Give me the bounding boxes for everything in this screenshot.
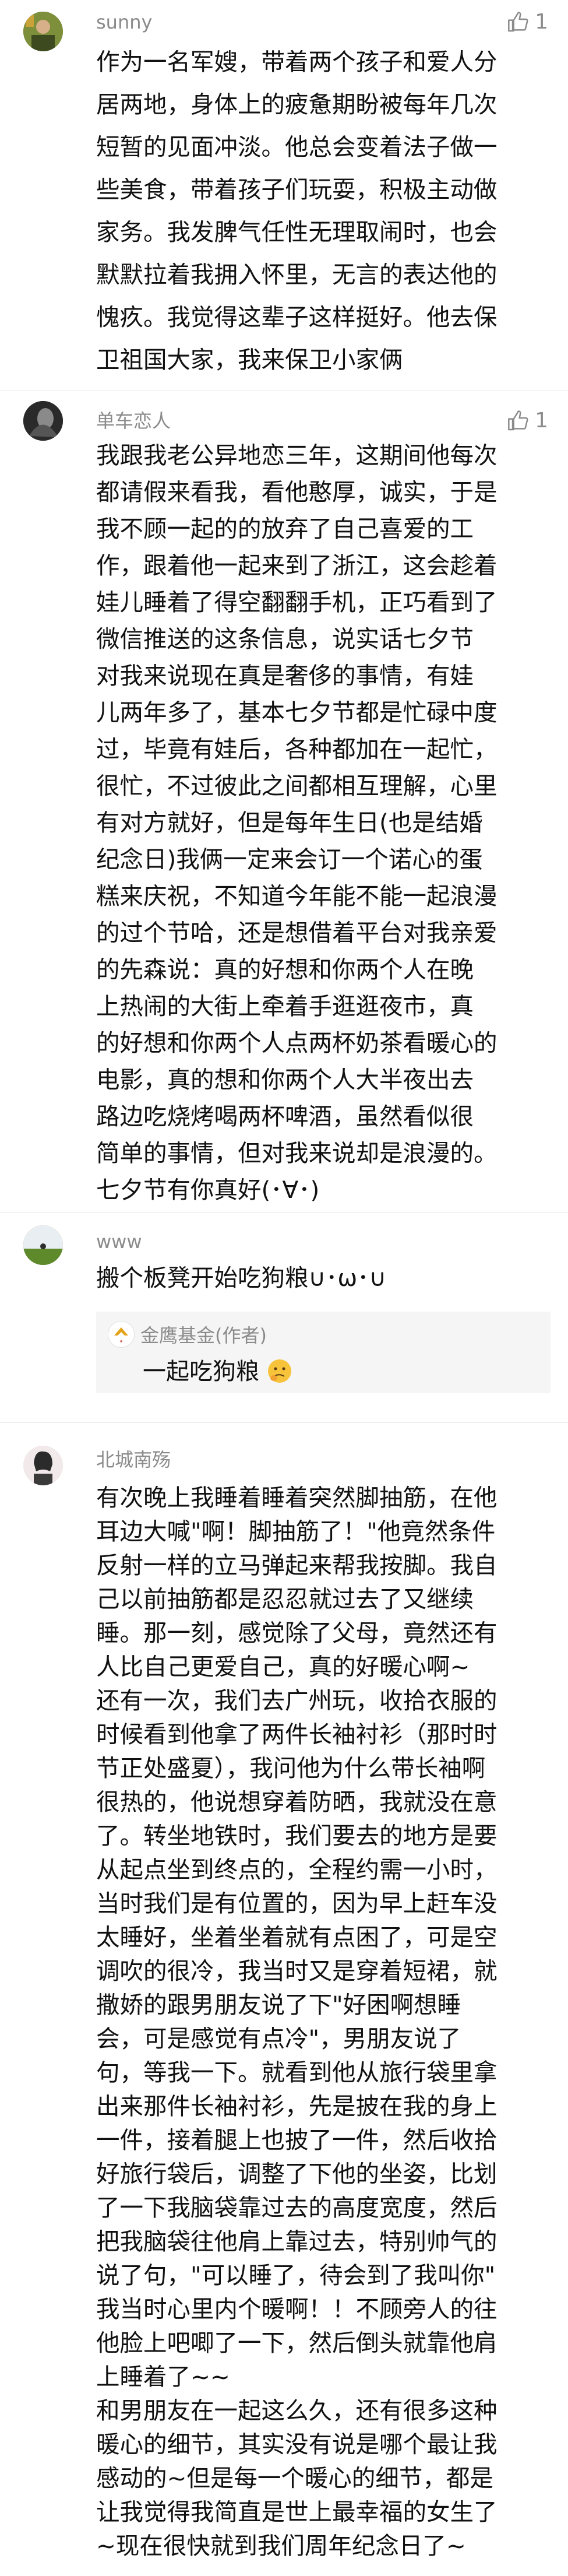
text-line: 路边吃烧烤喝两杯啤酒，虽然看似很 bbox=[96, 1102, 474, 1130]
text-line: 卫祖国大家，我来保卫小家俩 bbox=[96, 346, 403, 374]
text-line: 些美食，带着孩子们玩耍，积极主动做 bbox=[96, 175, 498, 203]
text-line: 有对方就好，但是每年生日(也是结婚 bbox=[96, 809, 483, 837]
text-line: 还有一次，我们去广州玩，收拾衣服的 bbox=[96, 1686, 498, 1714]
text-line: 他脸上吧唧了一下，然后倒头就靠他肩 bbox=[96, 2329, 498, 2357]
comment-sunny: sunny 1 作为一名军嫂，带着两个孩子和爱人分 居两地，身体上的疲惫期盼被每… bbox=[0, 0, 568, 402]
text-line: 默默拉着我拥入怀里，无言的表达他的 bbox=[96, 261, 498, 289]
text-line: ~现在很快就到我们周年纪念日了~ bbox=[96, 2532, 466, 2560]
reply-header: ★ 金鹰基金(作者) bbox=[108, 1321, 267, 1348]
comment-text: 我跟我老公异地恋三年，这期间他每次 都请假来看我，看他憨厚，诚实，于是 我不顾一… bbox=[96, 437, 551, 1208]
text-line: 己以前抽筋都是忍忍就过去了又继续 bbox=[96, 1585, 474, 1613]
text-line: 的先森说：真的好想和你两个人在晚 bbox=[96, 955, 474, 983]
text-line: 简单的事情，但对我来说却是浪漫的。 bbox=[96, 1139, 498, 1167]
text-line: 睡。那一刻，感觉除了父母，竟然还有 bbox=[96, 1619, 498, 1647]
text-line: 暖心的细节，其实没有说是哪个最让我 bbox=[96, 2430, 498, 2458]
comment-danche: 单车恋人 1 我跟我老公异地恋三年，这期间他每次 都请假来看我，看他憨厚，诚实，… bbox=[0, 391, 568, 1213]
text-line: 人比自己更爱自己，真的好暖心啊~ bbox=[96, 1653, 470, 1681]
reply-text: 一起吃狗粮 bbox=[143, 1352, 292, 1386]
text-line: 糕来庆祝，不知道今年能不能一起浪漫 bbox=[96, 882, 498, 910]
text-line: 我不顾一起的的放弃了自己喜爱的工 bbox=[96, 515, 474, 543]
text-line: 说了句，"可以睡了，待会到了我叫你" bbox=[96, 2261, 496, 2289]
text-line: 作为一名军嫂，带着两个孩子和爱人分 bbox=[96, 48, 498, 76]
avatar[interactable] bbox=[23, 12, 63, 51]
text-line: 儿两年多了，基本七夕节都是忙碌中度 bbox=[96, 698, 498, 726]
text-line: 娃儿睡着了得空翻翻手机，正巧看到了 bbox=[96, 588, 498, 616]
avatar[interactable] bbox=[23, 1446, 63, 1485]
text-line: 作，跟着他一起来到了浙江，这会趁着 bbox=[96, 551, 498, 579]
text-line: 感动的~但是每一个暖心的细节，都是 bbox=[96, 2464, 493, 2492]
avatar[interactable] bbox=[23, 1225, 63, 1265]
avatar[interactable] bbox=[23, 401, 63, 441]
text-line: 反射一样的立马弹起来帮我按脚。我自 bbox=[96, 1551, 498, 1579]
like-button[interactable]: 1 bbox=[507, 10, 548, 34]
comment-beicheng: 北城南殇 有次晚上我睡着睡着突然脚抽筋，在他 耳边大喊"啊！脚抽筋了！"他竟然条… bbox=[0, 1422, 568, 2576]
text-line: 纪念日)我俩一定来会订一个诺心的蛋 bbox=[96, 845, 483, 873]
comment-username[interactable]: 单车恋人 bbox=[96, 409, 171, 433]
text-line: 电影，真的想和你两个人大半夜出去 bbox=[96, 1066, 474, 1094]
text-line: 撒娇的跟男朋友说了下"好困啊想睡 bbox=[96, 1991, 461, 2019]
comment-username[interactable]: www bbox=[96, 1230, 142, 1253]
text-line: 了一下我脑袋靠过去的高度宽度，然后 bbox=[96, 2194, 498, 2222]
reply-avatar[interactable]: ★ bbox=[108, 1321, 135, 1348]
text-line: 上热闹的大街上牵着手逛逛夜市，真 bbox=[96, 992, 474, 1020]
text-line: 节正处盛夏），我问他为什么带长袖啊 bbox=[96, 1754, 486, 1782]
comment-www: www 搬个板凳开始吃狗粮∪･ω･∪ ★ 金鹰基金(作者) 一起吃狗粮 bbox=[0, 1213, 568, 1393]
text-line: 把我脑袋往他肩上靠过去，特别帅气的 bbox=[96, 2227, 498, 2255]
text-line: 很热的，他说想穿着防晒，我就没在意 bbox=[96, 1788, 498, 1816]
text-line: 有次晚上我睡着睡着突然脚抽筋，在他 bbox=[96, 1484, 498, 1512]
text-line: 从起点坐到终点的，全程约需一小时， bbox=[96, 1855, 498, 1883]
text-line: 都请假来看我，看他憨厚，诚实，于是 bbox=[96, 478, 498, 506]
text-line: 耳边大喊"啊！脚抽筋了！"他竟然条件 bbox=[96, 1517, 496, 1545]
reply-text-content: 一起吃狗粮 bbox=[143, 1358, 259, 1385]
text-line: 一件，接着腿上也披了一件，然后收拾 bbox=[96, 2126, 498, 2154]
text-line: 七夕节有你真好(･∀･) bbox=[96, 1176, 320, 1204]
text-line: 对我来说现在真是奢侈的事情，有娃 bbox=[96, 662, 474, 690]
text-line: 的好想和你两个人点两杯奶茶看暖心的 bbox=[96, 1029, 498, 1057]
text-line: 时候看到他拿了两件长袖衬衫（那时时 bbox=[96, 1720, 498, 1748]
text-line: 愧疚。我觉得这辈子这样挺好。他去保 bbox=[96, 303, 498, 331]
comment-text: 搬个板凳开始吃狗粮∪･ω･∪ bbox=[96, 1261, 551, 1294]
text-line: 会，可是感觉有点冷"，男朋友说了 bbox=[96, 2025, 461, 2053]
text-line: 微信推送的这条信息，说实话七夕节 bbox=[96, 625, 474, 653]
text-line: 过，毕竟有娃后，各种都加在一起忙， bbox=[96, 735, 498, 763]
text-line: 句，等我一下。就看到他从旅行袋里拿 bbox=[96, 2058, 498, 2086]
text-line: 居两地，身体上的疲惫期盼被每年几次 bbox=[96, 90, 498, 118]
text-line: 和男朋友在一起这么久，还有很多这种 bbox=[96, 2396, 498, 2424]
text-line: 的过个节哈，还是想借着平台对我亲爱 bbox=[96, 919, 498, 947]
text-line: 太睡好，坐着坐着就有点困了，可是空 bbox=[96, 1923, 498, 1951]
thumbs-up-icon bbox=[508, 410, 528, 431]
like-button[interactable]: 1 bbox=[507, 409, 548, 433]
text-line: 当时我们是有位置的，因为早上赶车没 bbox=[96, 1889, 498, 1917]
thinking-face-icon bbox=[267, 1359, 291, 1383]
text-line: 出来那件长袖衬衫，先是披在我的身上 bbox=[96, 2092, 498, 2120]
like-count: 1 bbox=[535, 409, 548, 433]
text-line: 让我觉得我简直是世上最幸福的女生了 bbox=[96, 2498, 498, 2526]
comment-text: 有次晚上我睡着睡着突然脚抽筋，在他 耳边大喊"啊！脚抽筋了！"他竟然条件 反射一… bbox=[96, 1481, 551, 2563]
text-line: 短暂的见面冲淡。他总会变着法子做一 bbox=[96, 133, 498, 161]
text-line: 调吹的很冷，我当时又是穿着短裙，就 bbox=[96, 1957, 498, 1985]
comment-username[interactable]: 北城南殇 bbox=[96, 1448, 171, 1471]
text-line: 很忙，不过彼此之间都相互理解，心里 bbox=[96, 772, 498, 800]
text-line: 我跟我老公异地恋三年，这期间他每次 bbox=[96, 441, 498, 469]
comment-username[interactable]: sunny bbox=[96, 10, 152, 34]
comment-text: 作为一名军嫂，带着两个孩子和爱人分 居两地，身体上的疲惫期盼被每年几次 短暂的见… bbox=[96, 41, 551, 381]
thumbs-up-icon bbox=[508, 12, 528, 32]
text-line: 家务。我发脾气任性无理取闹时，也会 bbox=[96, 218, 498, 246]
text-line: 了。转坐地铁时，我们要去的地方是要 bbox=[96, 1822, 498, 1850]
text-line: 搬个板凳开始吃狗粮∪･ω･∪ bbox=[96, 1264, 387, 1292]
text-line: 好旅行袋后，调整了下他的坐姿，比划 bbox=[96, 2160, 498, 2188]
text-line: 上睡着了~~ bbox=[96, 2363, 230, 2391]
like-count: 1 bbox=[535, 10, 548, 34]
svg-text:★: ★ bbox=[119, 1339, 123, 1344]
reply-author[interactable]: 金鹰基金(作者) bbox=[140, 1321, 267, 1348]
author-reply: ★ 金鹰基金(作者) 一起吃狗粮 bbox=[96, 1312, 551, 1393]
text-line: 我当时心里内个暖啊！！不顾旁人的往 bbox=[96, 2295, 498, 2323]
